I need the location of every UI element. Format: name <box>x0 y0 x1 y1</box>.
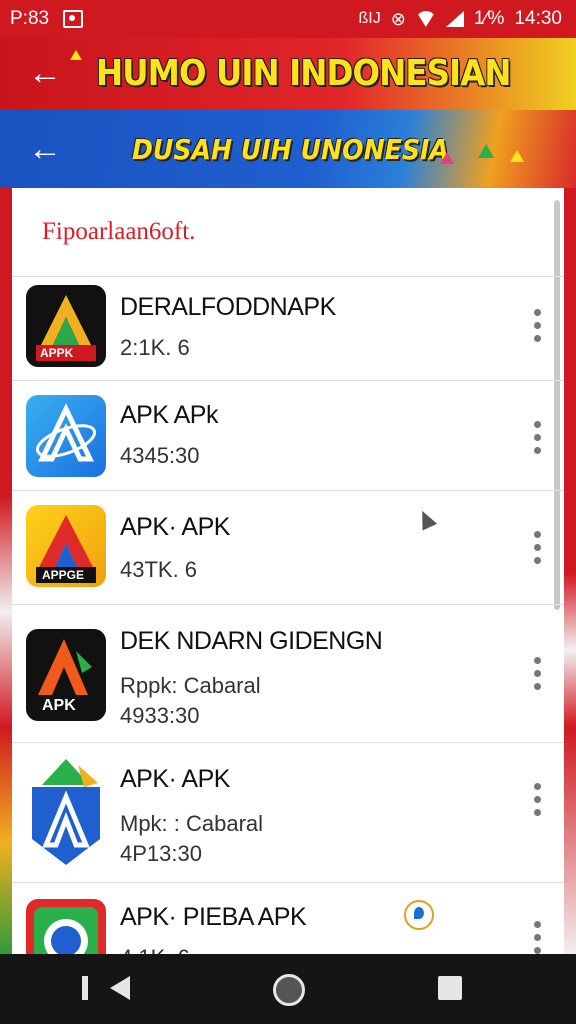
apk-blue-icon <box>26 395 106 477</box>
app-name: APK· APK <box>120 513 230 541</box>
confetti-icon <box>70 50 82 60</box>
confetti-icon <box>440 152 454 164</box>
app-meta-secondary: 4P13:30 <box>120 841 202 866</box>
app-meta: 4.1K. 6 <box>120 945 190 954</box>
confetti-icon <box>510 150 524 162</box>
list-item[interactable]: APPK DERALFODDNAPK 2:1K. 6 <box>12 276 564 381</box>
status-bar: P:83 ßIJ ⊗ 1⁄% 14:30 <box>0 0 576 38</box>
more-options-icon[interactable] <box>534 531 542 565</box>
app-name: APK· APK <box>120 765 230 793</box>
list-item[interactable]: APK· APK Mpk: : Cabaral 4P13:30 <box>12 742 564 883</box>
signal-icon <box>445 11 464 27</box>
apk-black-icon: APPK <box>26 285 106 367</box>
apk-yellow-icon: APPGE <box>26 505 106 587</box>
icon-label: APPK <box>40 346 74 360</box>
image-icon <box>63 10 84 28</box>
side-decoration-right <box>562 188 576 958</box>
list-item[interactable]: APK· PIEBA APK 4.1K. 6 <box>12 882 564 954</box>
back-arrow-icon[interactable]: ← <box>28 54 62 92</box>
home-icon[interactable] <box>273 974 305 1006</box>
app-name: APK APk <box>120 401 218 429</box>
app-meta: Rppk: Cabaral <box>120 673 261 698</box>
more-options-icon[interactable] <box>534 309 542 343</box>
location-badge-icon <box>404 900 434 930</box>
more-options-icon[interactable] <box>534 421 542 455</box>
section-title: Fipoarlaan6oft. <box>42 218 196 245</box>
app-name: APK· PIEBA APK <box>120 903 307 931</box>
more-options-icon[interactable] <box>534 921 542 954</box>
list-item[interactable]: APK APk 4345:30 <box>12 380 564 491</box>
back-arrow-icon[interactable]: ← <box>28 130 62 168</box>
banner-subtitle: DUSAH UIH UNONESIA <box>132 133 449 166</box>
back-icon[interactable] <box>82 976 130 1000</box>
app-meta: Mpk: : Cabaral <box>120 811 264 836</box>
status-time-left: P:83 <box>10 8 50 29</box>
app-name: DEK NDARN GIDENGN <box>120 627 383 655</box>
icon-label: APPGE <box>42 568 85 582</box>
app-meta: 2:1K. 6 <box>120 335 190 360</box>
app-meta: 43TK. 6 <box>120 557 198 582</box>
icon-label: APK <box>42 697 76 714</box>
app-meta-secondary: 4933:30 <box>120 703 200 728</box>
header-banner-top: ← HUMO UIN INDONESIAN <box>0 38 576 110</box>
app-list-panel[interactable]: Fipoarlaan6oft. APPK DERALFODDNAPK 2:1K.… <box>12 188 564 954</box>
wifi-icon <box>416 11 436 27</box>
battery-label: 1⁄% <box>473 8 505 29</box>
list-item[interactable]: APPGE APK· APK 43TK. 6 <box>12 490 564 605</box>
confetti-icon <box>478 144 494 158</box>
apk-chrome-icon <box>26 899 106 954</box>
bluetooth-label: ßIJ <box>358 10 381 27</box>
banner-title: HUMO UIN INDONESIAN <box>96 53 511 94</box>
navigation-bar <box>0 954 576 1024</box>
apk-shield-icon <box>26 757 106 867</box>
apk-dark-icon: APK <box>26 629 106 721</box>
more-options-icon[interactable] <box>534 783 542 817</box>
more-options-icon[interactable] <box>534 657 542 691</box>
app-name: DERALFODDNAPK <box>120 293 336 321</box>
recent-apps-icon[interactable] <box>438 976 462 1000</box>
app-meta: 4345:30 <box>120 443 200 468</box>
header-banner-bottom: ← DUSAH UIH UNONESIA <box>0 110 576 188</box>
alarm-icon: ⊗ <box>390 8 406 29</box>
list-item[interactable]: APK DEK NDARN GIDENGN Rppk: Cabaral 4933… <box>12 604 564 743</box>
status-time-right: 14:30 <box>514 8 562 29</box>
